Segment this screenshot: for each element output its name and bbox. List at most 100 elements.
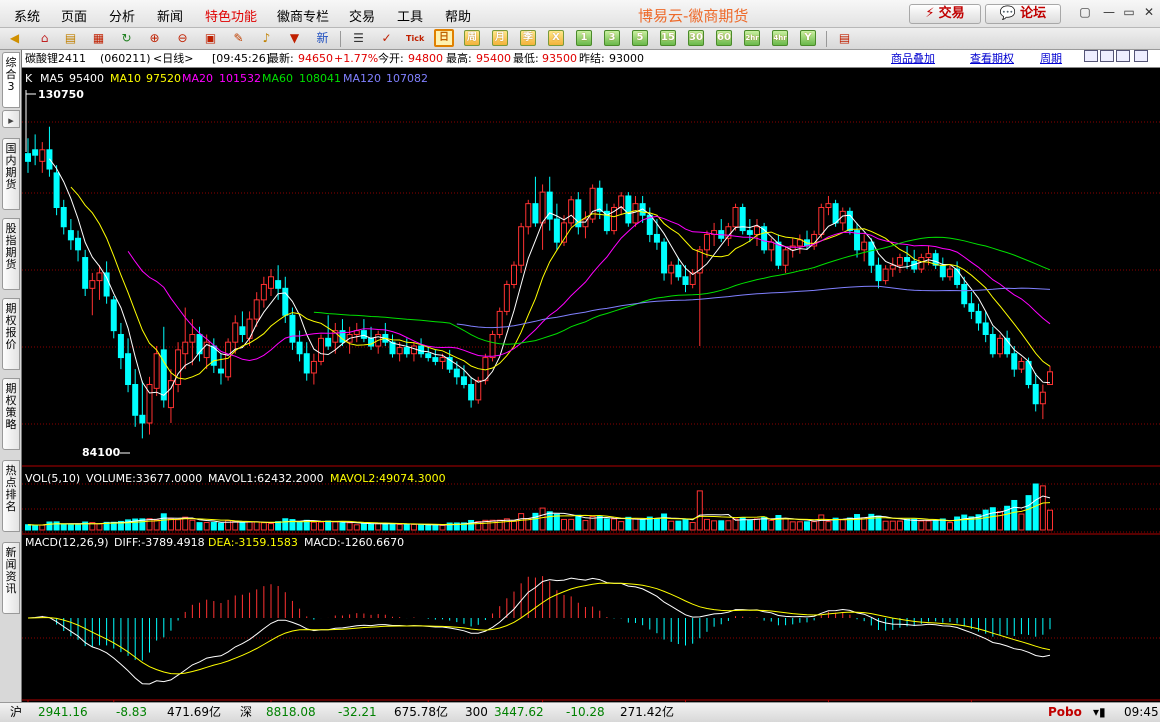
menu-trade[interactable]: 交易	[349, 6, 375, 25]
volume-bar	[653, 517, 660, 531]
chart-area[interactable]: 碳酸锂2411 (060211) <日线> [09:45:26] 最新: 946…	[22, 50, 1160, 702]
period-2hr-button[interactable]: 2hr	[744, 30, 760, 46]
pobo-logo: Pobo	[1048, 705, 1082, 719]
volume-bar	[618, 521, 625, 531]
pen-icon[interactable]: ✎	[230, 30, 247, 47]
menu-toggle-icon[interactable]: ▢	[1076, 3, 1094, 21]
layout-icon[interactable]: ▤	[836, 30, 853, 47]
overlay-commodity-link[interactable]: 商品叠加	[891, 50, 935, 68]
home-icon[interactable]: ⌂	[36, 30, 53, 47]
refresh-icon[interactable]: ↻	[118, 30, 135, 47]
mavol2-value: MAVOL2:49074.3000	[330, 472, 446, 485]
window-icon[interactable]: ▣	[202, 30, 219, 47]
forum-button[interactable]: 💬 论坛	[985, 4, 1061, 24]
menu-system[interactable]: 系统	[14, 6, 40, 25]
view-options-link[interactable]: 查看期权	[970, 50, 1014, 68]
menu-tools[interactable]: 工具	[397, 6, 423, 25]
fresh-news-icon[interactable]: 新	[314, 30, 331, 47]
candle-body	[668, 264, 675, 274]
minimize-icon[interactable]: —	[1100, 3, 1118, 21]
close-icon[interactable]: ✕	[1140, 3, 1158, 21]
period-1m-button[interactable]: 1	[576, 30, 592, 46]
period-week-button[interactable]: 周	[464, 30, 480, 46]
candle-body	[954, 268, 961, 285]
menu-analysis[interactable]: 分析	[109, 6, 135, 25]
volume-bar	[946, 522, 953, 531]
ticker-icon[interactable]: ▦	[90, 30, 107, 47]
tab-composite[interactable]: 综合3	[2, 52, 20, 108]
volume-bar	[746, 520, 753, 531]
list-icon[interactable]: ☰	[350, 30, 367, 47]
candle-body	[896, 257, 903, 266]
maximize-icon[interactable]: ▭	[1120, 3, 1138, 21]
period-15m-button[interactable]: 15	[660, 30, 676, 46]
tab-options-quotes[interactable]: 期权报价	[2, 298, 20, 370]
volume-bar	[360, 523, 367, 531]
sh-amount: 471.69亿	[167, 705, 221, 719]
candle-body	[325, 337, 332, 347]
tab-options-strategy[interactable]: 期权策略	[2, 378, 20, 450]
period-4hr-button[interactable]: 4hr	[772, 30, 788, 46]
period-3m-button[interactable]: 3	[604, 30, 620, 46]
candle-body	[296, 341, 303, 355]
period-quarter-button[interactable]: 季	[520, 30, 536, 46]
zoom-out-icon[interactable]: ⊖	[174, 30, 191, 47]
chart-icon[interactable]: ✓	[378, 30, 395, 47]
panel-right-icon[interactable]	[1100, 50, 1114, 62]
volume-bar	[468, 519, 475, 531]
zoom-in-icon[interactable]: ⊕	[146, 30, 163, 47]
price-low-label: 84100	[82, 446, 121, 459]
panel-left-icon[interactable]	[1084, 50, 1098, 62]
volume-bar	[996, 510, 1003, 531]
period-year-button[interactable]: Y	[800, 30, 816, 46]
period-60m-button[interactable]: 60	[716, 30, 732, 46]
candle-body	[496, 310, 503, 335]
candle-body	[875, 264, 882, 282]
tab-index-futures[interactable]: 股指期货	[2, 218, 20, 290]
ma20-name: MA20	[182, 72, 213, 85]
period-5m-button[interactable]: 5	[632, 30, 648, 46]
bell-icon[interactable]: ♪	[258, 30, 275, 47]
candle-body	[232, 322, 239, 343]
candle-body	[796, 239, 803, 247]
mavol1-value: MAVOL1:62432.2000	[208, 472, 324, 485]
menu-bar: 系统 页面 分析 新闻 特色功能 徽商专栏 交易 工具 帮助 博易云-徽商期货 …	[0, 0, 1160, 28]
sz-label: 深	[240, 705, 253, 719]
tab-hot-ranking[interactable]: 热点排名	[2, 460, 20, 532]
candle-body	[360, 330, 367, 339]
stack-icon[interactable]: ▤	[62, 30, 79, 47]
left-side-tabs: 综合3 ▸ 国内期货 股指期货 期权报价 期权策略 热点排名 新闻资讯	[0, 50, 22, 702]
trade-button[interactable]: ⚡ 交易	[909, 4, 981, 24]
menu-hs-column[interactable]: 徽商专栏	[277, 6, 329, 25]
volume-bar	[839, 519, 846, 531]
volume-bar	[925, 520, 932, 531]
panel-split-icon[interactable]	[1116, 50, 1130, 62]
menu-special-features[interactable]: 特色功能	[205, 6, 257, 25]
period-day-button[interactable]: 日	[434, 29, 454, 47]
tab-domestic-futures[interactable]: 国内期货	[2, 138, 20, 210]
volume-bar	[382, 523, 389, 531]
instrument-code: (060211)	[100, 52, 151, 65]
menu-news[interactable]: 新闻	[157, 6, 183, 25]
volume-bar	[961, 514, 968, 531]
tick-icon[interactable]: Tick	[406, 30, 424, 47]
volume-bar	[675, 520, 682, 531]
period-x-button[interactable]: X	[548, 30, 564, 46]
volume-bar	[789, 521, 796, 531]
menu-help[interactable]: 帮助	[445, 6, 471, 25]
period-link[interactable]: 周期	[1040, 50, 1062, 68]
back-arrow-icon[interactable]: ◀	[6, 30, 23, 47]
sz-change: -32.21	[338, 705, 377, 719]
menu-page[interactable]: 页面	[61, 6, 87, 25]
volume-bar	[611, 518, 618, 531]
filter-icon[interactable]: ▼	[286, 30, 303, 47]
kline-svg[interactable]: K MA5 MA10 MA20 MA60 MA120 95400 97520 1…	[22, 68, 1160, 702]
tab-news[interactable]: 新闻资讯	[2, 542, 20, 614]
tabs-scroll-arrow-icon[interactable]: ▸	[2, 110, 20, 128]
volume-bar	[39, 524, 46, 531]
latest-price: 94650	[298, 52, 333, 65]
period-30m-button[interactable]: 30	[688, 30, 704, 46]
sh-change: -8.83	[116, 705, 148, 719]
period-month-button[interactable]: 月	[492, 30, 508, 46]
panel-close-icon[interactable]	[1134, 50, 1148, 62]
